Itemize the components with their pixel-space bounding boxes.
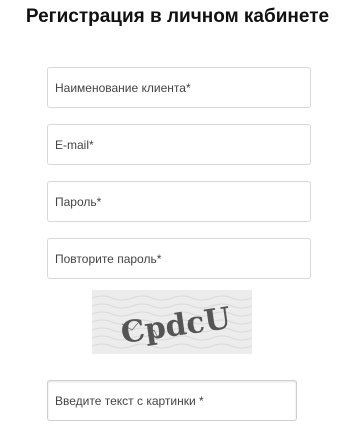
email-field[interactable]	[47, 124, 311, 165]
captcha-image: CpdcU	[92, 290, 252, 354]
captcha-text: CpdcU	[119, 301, 233, 351]
page-title: Регистрация в личном кабинете	[25, 6, 330, 27]
password-repeat-field[interactable]	[47, 238, 311, 279]
captcha-text-field[interactable]	[47, 380, 297, 421]
password-field[interactable]	[47, 181, 311, 222]
registration-page: Регистрация в личном кабинете CpdcU	[0, 0, 355, 437]
client-name-field[interactable]	[47, 67, 311, 108]
